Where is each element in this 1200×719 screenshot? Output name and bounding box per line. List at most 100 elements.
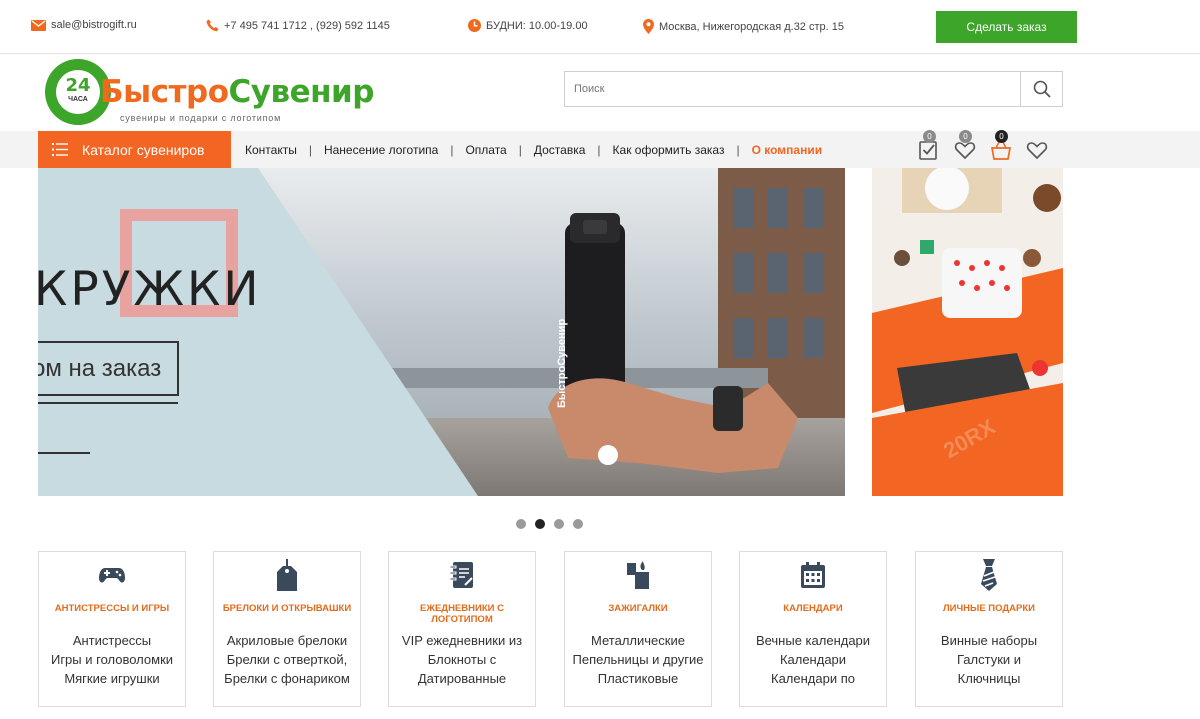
category-links: Акриловые брелоки Брелки с отверткой, Бр… — [216, 631, 358, 688]
category-link[interactable]: Мягкие игрушки — [41, 669, 183, 688]
category-title[interactable]: КАЛЕНДАРИ — [744, 603, 882, 614]
category-card-notebooks[interactable]: ЕЖЕДНЕВНИКИ С ЛОГОТИПОМ VIP ежедневники … — [388, 551, 536, 707]
work-hours: БУДНИ: 10.00-19.00 — [468, 19, 588, 32]
category-card-keychains[interactable]: БРЕЛОКИ И ОТКРЫВАШКИ Акриловые брелоки Б… — [213, 551, 361, 707]
list-menu-icon — [52, 143, 68, 156]
category-link[interactable]: Датированные — [391, 669, 533, 688]
site-logo[interactable]: 24 ЧАСА БыстроСувенир сувениры и подарки… — [44, 58, 374, 128]
main-navigation: Каталог сувениров Контакты | Нанесение л… — [0, 129, 1200, 168]
category-card-lighters[interactable]: ЗАЖИГАЛКИ Металлические Пепельницы и дру… — [564, 551, 712, 707]
logo-tagline: сувениры и подарки с логотипом — [120, 113, 282, 123]
category-card-calendars[interactable]: КАЛЕНДАРИ Вечные календари Календари Кал… — [739, 551, 887, 707]
search-icon — [1033, 80, 1051, 98]
slider-dot-1[interactable] — [516, 519, 526, 529]
nav-separator: | — [518, 142, 522, 157]
category-link[interactable]: Металлические — [567, 631, 709, 650]
top-contact-bar: sale@bistrogift.ru +7 495 741 1712 , (92… — [0, 0, 1200, 54]
phone-contact[interactable]: +7 495 741 1712 , (929) 592 1145 — [206, 19, 390, 32]
category-title[interactable]: БРЕЛОКИ И ОТКРЫВАШКИ — [218, 603, 356, 614]
favorites-button[interactable]: 0 — [954, 129, 976, 161]
heart-outline-icon — [1026, 141, 1048, 159]
place-order-button[interactable]: Сделать заказ — [936, 11, 1077, 43]
favorites-count-badge: 0 — [959, 129, 972, 143]
nav-item-about[interactable]: О компании — [752, 143, 823, 157]
side-promo-banner[interactable]: 20RX — [872, 168, 1063, 496]
banner-headline: КРУЖКИ — [38, 262, 262, 317]
nav-item-contacts[interactable]: Контакты — [245, 143, 297, 157]
category-link[interactable]: Блокноты с — [391, 650, 533, 669]
hours-text: БУДНИ: 10.00-19.00 — [486, 19, 588, 32]
hero-banner-slide[interactable]: КРУЖКИ ом на заказ БыстроСувенир — [38, 168, 845, 496]
nav-separator: | — [308, 142, 312, 157]
catalog-label: Каталог сувениров — [82, 141, 205, 158]
category-link[interactable]: Антистрессы — [41, 631, 183, 650]
category-link[interactable]: Игры и головоломки — [41, 650, 183, 669]
search-button[interactable] — [1020, 72, 1062, 106]
email-text: sale@bistrogift.ru — [51, 19, 137, 31]
cart-count-badge: 0 — [995, 129, 1008, 143]
email-contact[interactable]: sale@bistrogift.ru — [31, 19, 137, 31]
category-links: Винные наборы Галстуки и Ключницы — [918, 631, 1060, 688]
envelope-icon — [31, 19, 46, 31]
category-title[interactable]: ЕЖЕДНЕВНИКИ С ЛОГОТИПОМ — [393, 603, 531, 625]
compare-count-badge: 0 — [923, 129, 936, 143]
logo-badge-unit: ЧАСА — [68, 96, 88, 103]
logo-badge-number: 24 — [65, 75, 91, 96]
catalog-button[interactable]: Каталог сувениров — [38, 131, 231, 168]
search-input[interactable] — [565, 72, 1021, 106]
necktie-icon — [916, 558, 1062, 592]
category-links: VIP ежедневники из Блокноты с Датированн… — [391, 631, 533, 688]
notebook-icon — [389, 558, 535, 592]
cart-button[interactable]: 0 — [990, 129, 1012, 161]
calendar-icon — [740, 558, 886, 592]
nav-separator: | — [450, 142, 454, 157]
category-card-antistress[interactable]: АНТИСТРЕССЫ И ИГРЫ Антистрессы Игры и го… — [38, 551, 186, 707]
nav-separator: | — [597, 142, 601, 157]
category-link[interactable]: Акриловые брелоки — [216, 631, 358, 650]
lighter-icon — [565, 558, 711, 592]
category-link[interactable]: VIP ежедневники из — [391, 631, 533, 650]
category-title[interactable]: ЛИЧНЫЕ ПОДАРКИ — [920, 603, 1058, 614]
category-link[interactable]: Календари — [742, 650, 884, 669]
category-link[interactable]: Галстуки и — [918, 650, 1060, 669]
slider-dot-4[interactable] — [573, 519, 583, 529]
cup-brand-print: БыстроСувенир — [556, 318, 568, 408]
category-link[interactable]: Пластиковые — [567, 669, 709, 688]
search-box — [564, 71, 1063, 107]
category-card-personal-gifts[interactable]: ЛИЧНЫЕ ПОДАРКИ Винные наборы Галстуки и … — [915, 551, 1063, 707]
map-pin-icon — [643, 19, 654, 34]
logo-brand-part1: Быстро — [100, 74, 229, 110]
category-title[interactable]: АНТИСТРЕССЫ И ИГРЫ — [43, 603, 181, 614]
user-actions: 0 0 0 — [918, 129, 1048, 168]
slider-pagination — [516, 519, 583, 529]
nav-item-how-to-order[interactable]: Как оформить заказ — [613, 143, 725, 157]
category-link[interactable]: Ключницы — [918, 669, 1060, 688]
category-link[interactable]: Винные наборы — [918, 631, 1060, 650]
gamepad-icon — [39, 558, 185, 592]
nav-item-payment[interactable]: Оплата — [465, 143, 506, 157]
clock-icon — [468, 19, 481, 32]
banner-subline: ом на заказ — [38, 355, 162, 382]
category-link[interactable]: Календари по — [742, 669, 884, 688]
category-link[interactable]: Брелки с отверткой, — [216, 650, 358, 669]
category-cards: АНТИСТРЕССЫ И ИГРЫ Антистрессы Игры и го… — [38, 551, 1063, 711]
category-title[interactable]: ЗАЖИГАЛКИ — [569, 603, 707, 614]
nav-separator: | — [736, 142, 740, 157]
category-link[interactable]: Брелки с фонариком — [216, 669, 358, 688]
slider-dot-3[interactable] — [554, 519, 564, 529]
banner-photo — [38, 168, 845, 496]
category-link[interactable]: Вечные календари — [742, 631, 884, 650]
nav-item-delivery[interactable]: Доставка — [534, 143, 586, 157]
phone-icon — [206, 19, 219, 32]
nav-menu: Контакты | Нанесение логотипа | Оплата |… — [245, 131, 822, 168]
category-links: Антистрессы Игры и головоломки Мягкие иг… — [41, 631, 183, 688]
address-text: Москва, Нижегородская д.32 стр. 15 — [659, 20, 844, 33]
phone-text: +7 495 741 1712 , (929) 592 1145 — [224, 19, 390, 32]
logo-wordmark: БыстроСувенир — [100, 74, 374, 110]
wishlist-button[interactable] — [1026, 139, 1048, 161]
compare-button[interactable]: 0 — [918, 129, 940, 161]
slider-dot-2[interactable] — [535, 519, 545, 529]
category-links: Вечные календари Календари Календари по — [742, 631, 884, 688]
category-link[interactable]: Пепельницы и другие — [567, 650, 709, 669]
nav-item-logo-printing[interactable]: Нанесение логотипа — [324, 143, 438, 157]
